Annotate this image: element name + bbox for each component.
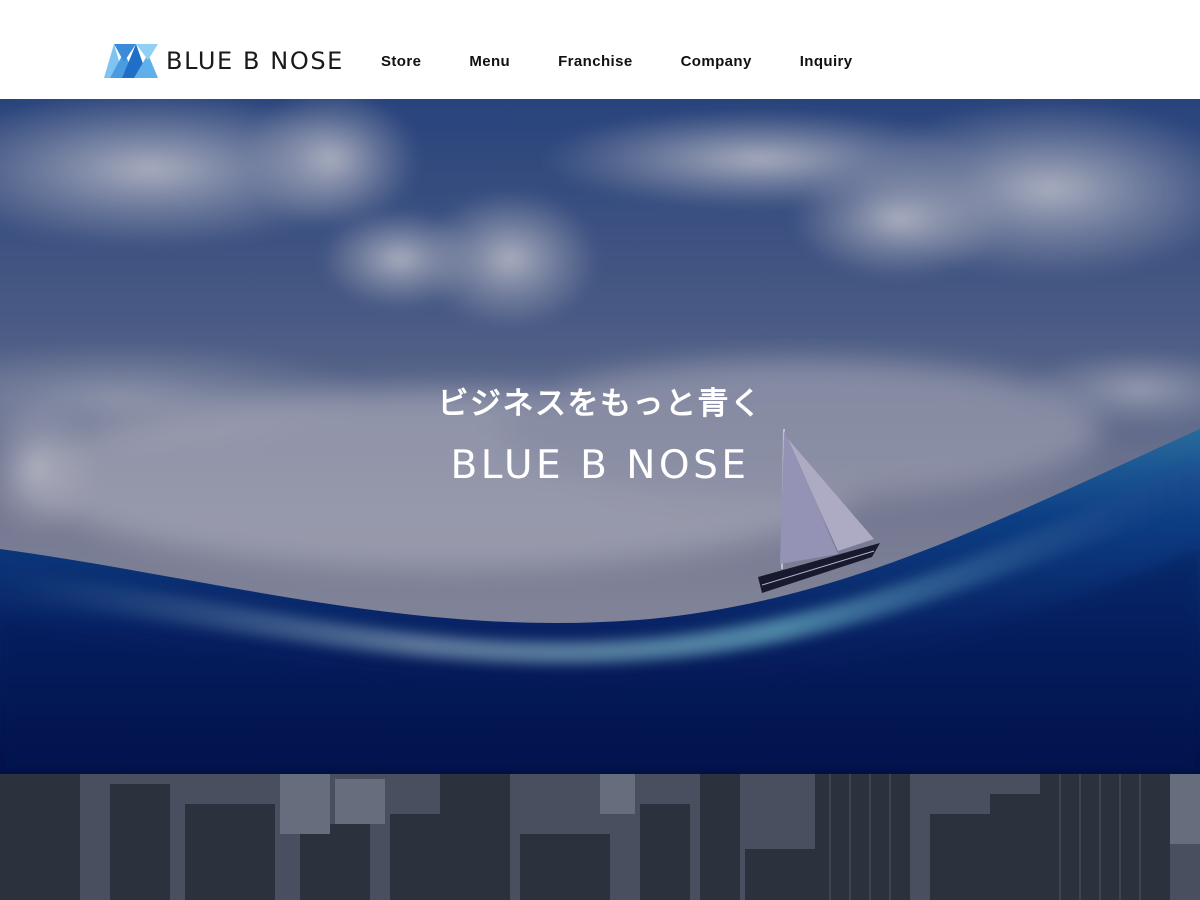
hero-title: BLUE B NOSE [450, 443, 750, 488]
city-skyline-image [0, 774, 1200, 900]
nav-menu[interactable]: Menu [469, 50, 510, 74]
city-section [0, 774, 1200, 900]
hero-copy: ビジネスをもっと青く BLUE B NOSE [0, 382, 1200, 492]
nav-company[interactable]: Company [681, 50, 752, 74]
main-nav: Store Menu Franchise Company Inquiry [381, 50, 901, 74]
hero-tagline: ビジネスをもっと青く [437, 386, 763, 422]
nav-store[interactable]: Store [381, 50, 421, 74]
nav-franchise[interactable]: Franchise [558, 50, 632, 74]
hero-section: ビジネスをもっと青く BLUE B NOSE [0, 99, 1200, 774]
nav-inquiry[interactable]: Inquiry [800, 50, 853, 74]
logo-icon [104, 44, 158, 78]
logo-wordmark: BLUE B NOSE [166, 47, 344, 75]
home-logo-link[interactable]: BLUE B NOSE [104, 44, 344, 78]
site-header: BLUE B NOSE Store Menu Franchise Company… [0, 0, 1200, 99]
